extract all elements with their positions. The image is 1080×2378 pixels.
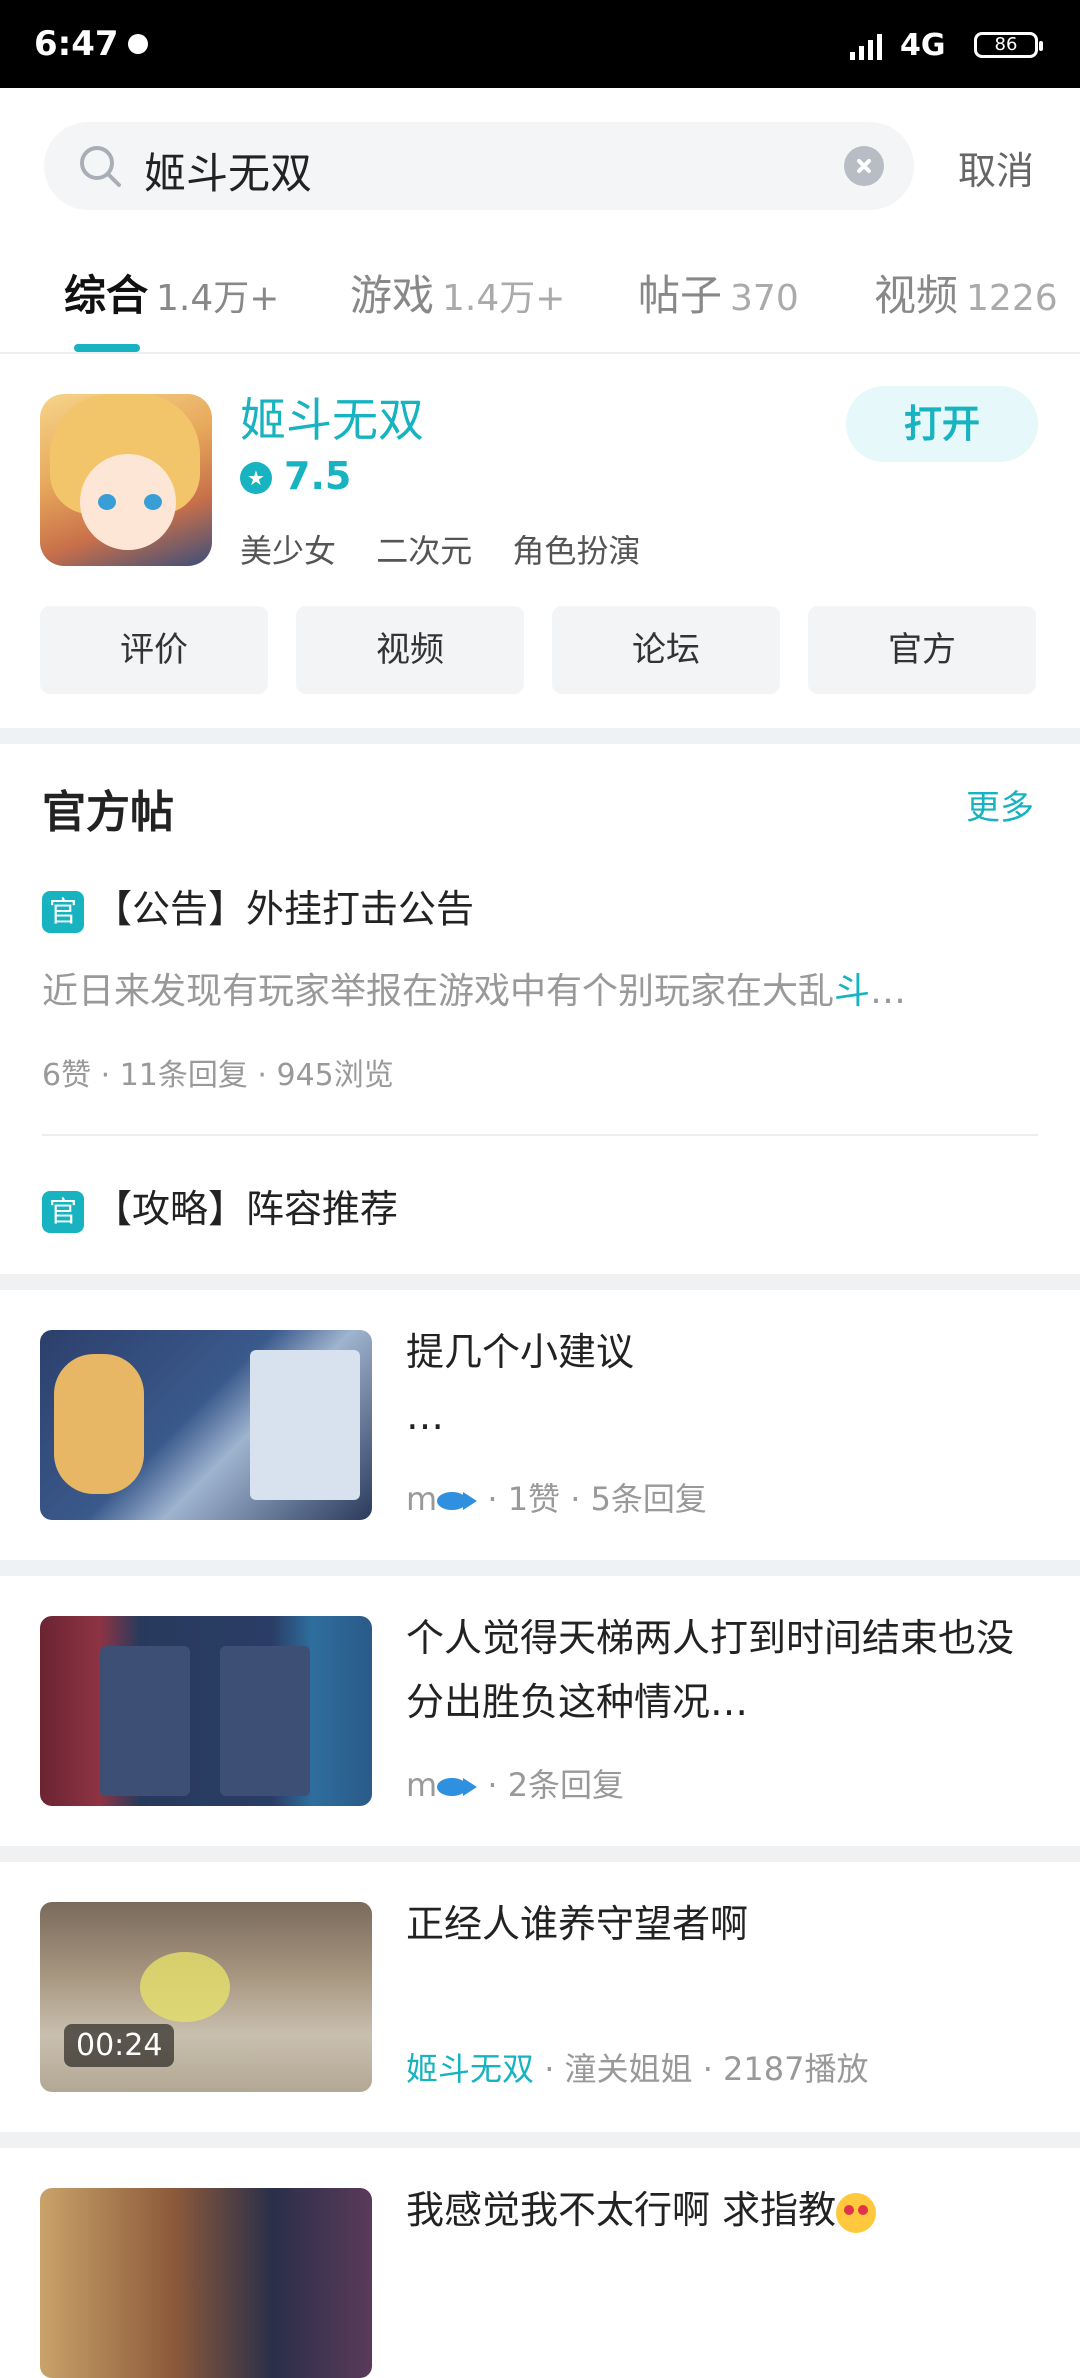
author-name[interactable]: m xyxy=(406,1480,437,1518)
fish-icon xyxy=(437,1776,478,1798)
official-badge: 官 xyxy=(42,890,84,933)
section-separator xyxy=(0,2132,1080,2148)
feed-title: 正经人谁养守望者啊 xyxy=(406,1902,749,1946)
meta-text: · 潼关姐姐 · 2187播放 xyxy=(534,2050,869,2088)
network-type: 4G xyxy=(900,28,946,63)
section-separator xyxy=(0,728,1080,744)
signal-icon xyxy=(850,34,882,60)
star-icon: ★ xyxy=(240,462,272,494)
tab-indicator xyxy=(74,344,140,352)
excerpt-highlight: 斗 xyxy=(834,971,871,1012)
feed-item[interactable]: 我感觉我不太行啊 求指教 xyxy=(0,2148,1080,2378)
official-badge: 官 xyxy=(42,1190,84,1233)
forum-button[interactable]: 论坛 xyxy=(552,606,780,694)
game-rating: 7.5 xyxy=(284,454,352,498)
feed-item[interactable]: 00:24 正经人谁养守望者啊 姬斗无双 · 潼关姐姐 · 2187播放 xyxy=(0,1862,1080,2132)
title-line: … xyxy=(406,1394,444,1438)
feed-meta: m · 2条回复 xyxy=(406,1760,624,1806)
heart-eyes-emoji-icon xyxy=(836,2192,877,2233)
thumb-panel xyxy=(250,1350,360,1500)
more-link[interactable]: 更多 xyxy=(966,780,1034,829)
section-separator xyxy=(0,1274,1080,1290)
thumb-panel xyxy=(100,1646,190,1796)
feed-title: 我感觉我不太行啊 求指教 xyxy=(406,2178,1046,2242)
thumb-effect xyxy=(140,1952,230,2022)
post-excerpt[interactable]: 近日来发现有玩家举报在游戏中有个别玩家在大乱斗… xyxy=(42,962,1042,1014)
cancel-button[interactable]: 取消 xyxy=(958,140,1034,195)
post-thumbnail[interactable] xyxy=(40,1616,372,1806)
feed-title: 个人觉得天梯两人打到时间结束也没分出胜负这种情况… xyxy=(406,1616,1015,1724)
tab-posts[interactable]: 帖子 370 xyxy=(638,262,799,323)
divider xyxy=(42,1134,1038,1136)
video-button[interactable]: 视频 xyxy=(296,606,524,694)
search-input[interactable]: 姬斗无双 xyxy=(144,140,312,201)
tab-label: 综合 xyxy=(64,271,149,320)
section-separator xyxy=(0,1560,1080,1576)
game-card[interactable]: 姬斗无双 ★ 7.5 美少女 二次元 角色扮演 打开 评价 视频 论坛 官方 xyxy=(0,354,1080,730)
post-title-text: 【公告】外挂打击公告 xyxy=(94,887,475,931)
result-tabs: 综合 1.4万+ 游戏 1.4万+ 帖子 370 视频 1226 xyxy=(0,262,1080,352)
tab-count: 1.4万+ xyxy=(156,278,280,319)
feed-title: 提几个小建议 … xyxy=(406,1320,1046,1448)
notification-icon xyxy=(128,34,148,54)
feed-meta: 姬斗无双 · 潼关姐姐 · 2187播放 xyxy=(406,2044,869,2090)
search-bar[interactable]: 姬斗无双 xyxy=(44,122,914,210)
thumb-figure xyxy=(54,1354,144,1494)
feed-item[interactable]: 个人觉得天梯两人打到时间结束也没分出胜负这种情况… m · 2条回复 xyxy=(0,1576,1080,1846)
video-duration: 00:24 xyxy=(64,2024,175,2067)
section-title: 官方帖 xyxy=(42,787,174,838)
feed-meta: m · 1赞 · 5条回复 xyxy=(406,1474,707,1520)
thumb-panel xyxy=(220,1646,310,1796)
tab-videos[interactable]: 视频 1226 xyxy=(874,262,1058,323)
clear-icon[interactable] xyxy=(844,146,884,186)
post-title-text: 【攻略】阵容推荐 xyxy=(94,1187,399,1231)
tab-label: 视频 xyxy=(874,271,959,320)
title-text: 我感觉我不太行啊 求指教 xyxy=(406,2188,837,2232)
official-post-title[interactable]: 官【攻略】阵容推荐 xyxy=(42,1178,398,1233)
title-line: 提几个小建议 xyxy=(406,1330,635,1374)
game-name[interactable]: 姬斗无双 xyxy=(240,384,424,450)
official-posts-section: 官方帖 更多 官【公告】外挂打击公告 近日来发现有玩家举报在游戏中有个别玩家在大… xyxy=(0,744,1080,1274)
game-tags: 美少女 二次元 角色扮演 xyxy=(240,526,670,572)
author-name[interactable]: m xyxy=(406,1766,437,1804)
section-separator xyxy=(0,1846,1080,1862)
tab-all[interactable]: 综合 1.4万+ xyxy=(64,262,279,323)
excerpt-ellipsis: … xyxy=(870,971,907,1012)
video-thumbnail[interactable]: 00:24 xyxy=(40,1902,372,2092)
tag: 角色扮演 xyxy=(512,532,641,570)
search-icon xyxy=(80,146,121,187)
meta-text: · 2条回复 xyxy=(477,1766,625,1804)
icon-eye xyxy=(98,494,116,510)
tag: 二次元 xyxy=(376,532,473,570)
tab-games[interactable]: 游戏 1.4万+ xyxy=(350,262,565,323)
status-bar: 6:47 4G 86 xyxy=(0,0,1080,88)
game-link[interactable]: 姬斗无双 xyxy=(406,2050,534,2088)
game-icon[interactable] xyxy=(40,394,212,566)
review-button[interactable]: 评价 xyxy=(40,606,268,694)
meta-text: · 1赞 · 5条回复 xyxy=(477,1480,707,1518)
tab-count: 1.4万+ xyxy=(442,278,566,319)
open-button[interactable]: 打开 xyxy=(846,386,1038,462)
fish-icon xyxy=(437,1490,478,1512)
icon-eye xyxy=(144,494,162,510)
post-thumbnail[interactable] xyxy=(40,1330,372,1520)
feed-item[interactable]: 提几个小建议 … m · 1赞 · 5条回复 xyxy=(0,1290,1080,1560)
official-post-title[interactable]: 官【公告】外挂打击公告 xyxy=(42,878,474,933)
battery-icon: 86 xyxy=(974,32,1043,58)
official-button[interactable]: 官方 xyxy=(808,606,1036,694)
tag: 美少女 xyxy=(240,532,337,570)
status-time: 6:47 xyxy=(34,24,119,64)
tab-label: 帖子 xyxy=(638,271,723,320)
tab-count: 1226 xyxy=(966,278,1058,319)
post-meta: 6赞 · 11条回复 · 945浏览 xyxy=(42,1058,394,1093)
excerpt-text: 近日来发现有玩家举报在游戏中有个别玩家在大乱 xyxy=(42,971,835,1012)
post-thumbnail[interactable] xyxy=(40,2188,372,2378)
tab-label: 游戏 xyxy=(350,271,435,320)
tab-count: 370 xyxy=(730,278,799,319)
